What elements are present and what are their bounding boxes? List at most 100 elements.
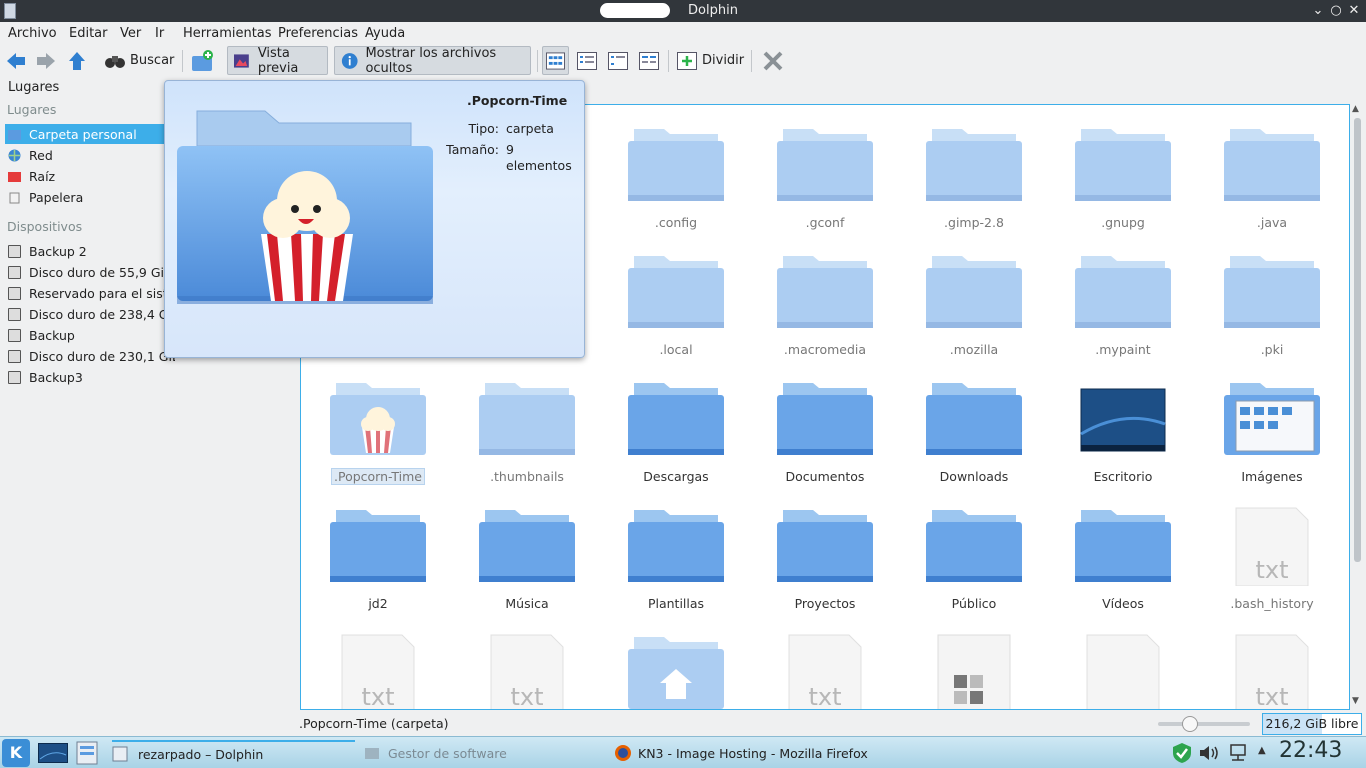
file-tooltip: .Popcorn-Time Tipo: carpeta Tamaño: 9 el… (164, 80, 585, 358)
new-folder-button[interactable] (191, 46, 215, 75)
dolphin-launcher-icon[interactable] (76, 741, 98, 765)
tooltip-type-label: Tipo: (468, 121, 499, 136)
place-home[interactable]: Carpeta personal (5, 124, 175, 144)
device-item[interactable]: Backup (5, 325, 175, 345)
menu-ver[interactable]: Ver (120, 26, 141, 41)
preview-toggle-button[interactable]: Vista previa (227, 46, 328, 76)
file-item[interactable]: txt (313, 625, 443, 709)
close-split-button[interactable] (762, 46, 784, 75)
device-item[interactable]: Reservado para el sistema (5, 283, 175, 303)
file-name-label: jd2 (368, 596, 388, 611)
file-item[interactable]: txt (760, 625, 890, 709)
file-item[interactable]: .mypaint (1058, 244, 1188, 364)
close-icon[interactable]: ✕ (1345, 2, 1363, 20)
device-item[interactable]: Disco duro de 230,1 GiB (5, 346, 175, 366)
home-folder-icon (8, 129, 21, 140)
menu-archivo[interactable]: Archivo (8, 26, 57, 41)
scroll-up-icon[interactable]: ▲ (1352, 104, 1359, 114)
file-item[interactable] (1058, 625, 1188, 709)
file-item[interactable]: Música (462, 498, 592, 618)
firefox-icon (615, 745, 631, 761)
task-software-manager[interactable]: Gestor de software (364, 740, 604, 766)
devices-section-header: Dispositivos (7, 219, 83, 234)
back-button[interactable] (5, 46, 27, 75)
search-button[interactable]: Buscar (104, 46, 174, 75)
application-launcher-button[interactable]: K (2, 739, 30, 767)
file-item[interactable]: .gimp-2.8 (909, 117, 1039, 237)
place-trash[interactable]: Papelera (5, 187, 175, 207)
file-item[interactable]: Público (909, 498, 1039, 618)
file-name-label: Descargas (643, 469, 709, 484)
file-item[interactable]: txt (1207, 625, 1337, 709)
file-item[interactable]: Proyectos (760, 498, 890, 618)
device-item[interactable]: Backup3 (5, 367, 175, 387)
place-root[interactable]: Raíz (5, 166, 175, 186)
file-item[interactable]: .pki (1207, 244, 1337, 364)
file-item[interactable]: .gnupg (1058, 117, 1188, 237)
file-item[interactable]: .java (1207, 117, 1337, 237)
device-item[interactable]: Backup 2 (5, 241, 175, 261)
scrollbar-thumb[interactable] (1354, 118, 1361, 562)
file-item[interactable]: .config (611, 117, 741, 237)
file-item[interactable]: Documentos (760, 371, 890, 491)
folder-icon (328, 506, 428, 589)
up-button[interactable] (66, 46, 88, 75)
zoom-slider-handle[interactable] (1182, 716, 1199, 732)
forward-button[interactable] (35, 46, 57, 75)
compact-view-button[interactable] (577, 46, 597, 75)
vertical-scrollbar[interactable]: ▲ ▼ (1351, 104, 1364, 710)
columns-view-button[interactable] (639, 46, 659, 75)
file-item[interactable]: Plantillas (611, 498, 741, 618)
preview-icon (234, 53, 249, 68)
file-item[interactable] (909, 625, 1039, 709)
file-item[interactable]: txt (462, 625, 592, 709)
file-item[interactable] (611, 625, 741, 709)
text-file-icon: txt (1222, 506, 1322, 589)
menu-ir[interactable]: Ir (155, 26, 164, 41)
file-item[interactable]: .mozilla (909, 244, 1039, 364)
file-item[interactable]: Downloads (909, 371, 1039, 491)
tooltip-type-value: carpeta (506, 121, 554, 136)
show-hidden-files-button[interactable]: Mostrar los archivos ocultos (334, 46, 531, 76)
tray-expand-icon[interactable]: ▲ (1258, 745, 1266, 756)
scroll-down-icon[interactable]: ▼ (1352, 696, 1359, 706)
zoom-slider[interactable] (1158, 722, 1250, 726)
file-item[interactable]: Imágenes (1207, 371, 1337, 491)
icons-view-button[interactable] (542, 46, 569, 75)
task-firefox[interactable]: KN3 - Image Hosting - Mozilla Firefox (614, 740, 914, 766)
file-item[interactable]: .gconf (760, 117, 890, 237)
file-item-selected[interactable]: .Popcorn-Time (313, 371, 443, 491)
details-view-icon (608, 51, 628, 70)
free-space-indicator[interactable]: 216,2 GiB libre (1262, 713, 1362, 735)
folder-icon (924, 252, 1024, 335)
split-button[interactable]: Dividir (677, 46, 744, 75)
file-item[interactable]: Descargas (611, 371, 741, 491)
device-item[interactable]: Disco duro de 55,9 GiB (5, 262, 175, 282)
file-item[interactable]: .thumbnails (462, 371, 592, 491)
file-item[interactable]: Vídeos (1058, 498, 1188, 618)
folder-icon (1222, 252, 1322, 335)
file-item[interactable]: .local (611, 244, 741, 364)
folder-icon (1222, 125, 1322, 208)
task-dolphin[interactable]: rezarpado – Dolphin (112, 740, 355, 766)
device-item[interactable]: Disco duro de 238,4 GiB (5, 304, 175, 324)
volume-icon[interactable] (1199, 744, 1221, 762)
drive-icon (8, 328, 21, 342)
menu-editar[interactable]: Editar (69, 26, 108, 41)
folder-icon (775, 506, 875, 589)
network-icon[interactable] (1228, 743, 1248, 763)
updates-shield-icon[interactable] (1172, 742, 1192, 764)
file-item[interactable]: txt .bash_history (1207, 498, 1337, 618)
maximize-icon[interactable]: ○ (1327, 2, 1345, 20)
minimize-icon[interactable]: ⌄ (1309, 2, 1327, 20)
menu-ayuda[interactable]: Ayuda (365, 26, 405, 41)
file-item[interactable]: .macromedia (760, 244, 890, 364)
desktop-pager-icon[interactable] (38, 743, 68, 763)
menu-herramientas[interactable]: Herramientas (183, 26, 272, 41)
clock[interactable]: 22:43 (1279, 738, 1342, 763)
menu-preferencias[interactable]: Preferencias (278, 26, 358, 41)
file-item[interactable]: jd2 (313, 498, 443, 618)
place-network[interactable]: Red (5, 145, 175, 165)
details-view-button[interactable] (608, 46, 628, 75)
file-item[interactable]: Escritorio (1058, 371, 1188, 491)
